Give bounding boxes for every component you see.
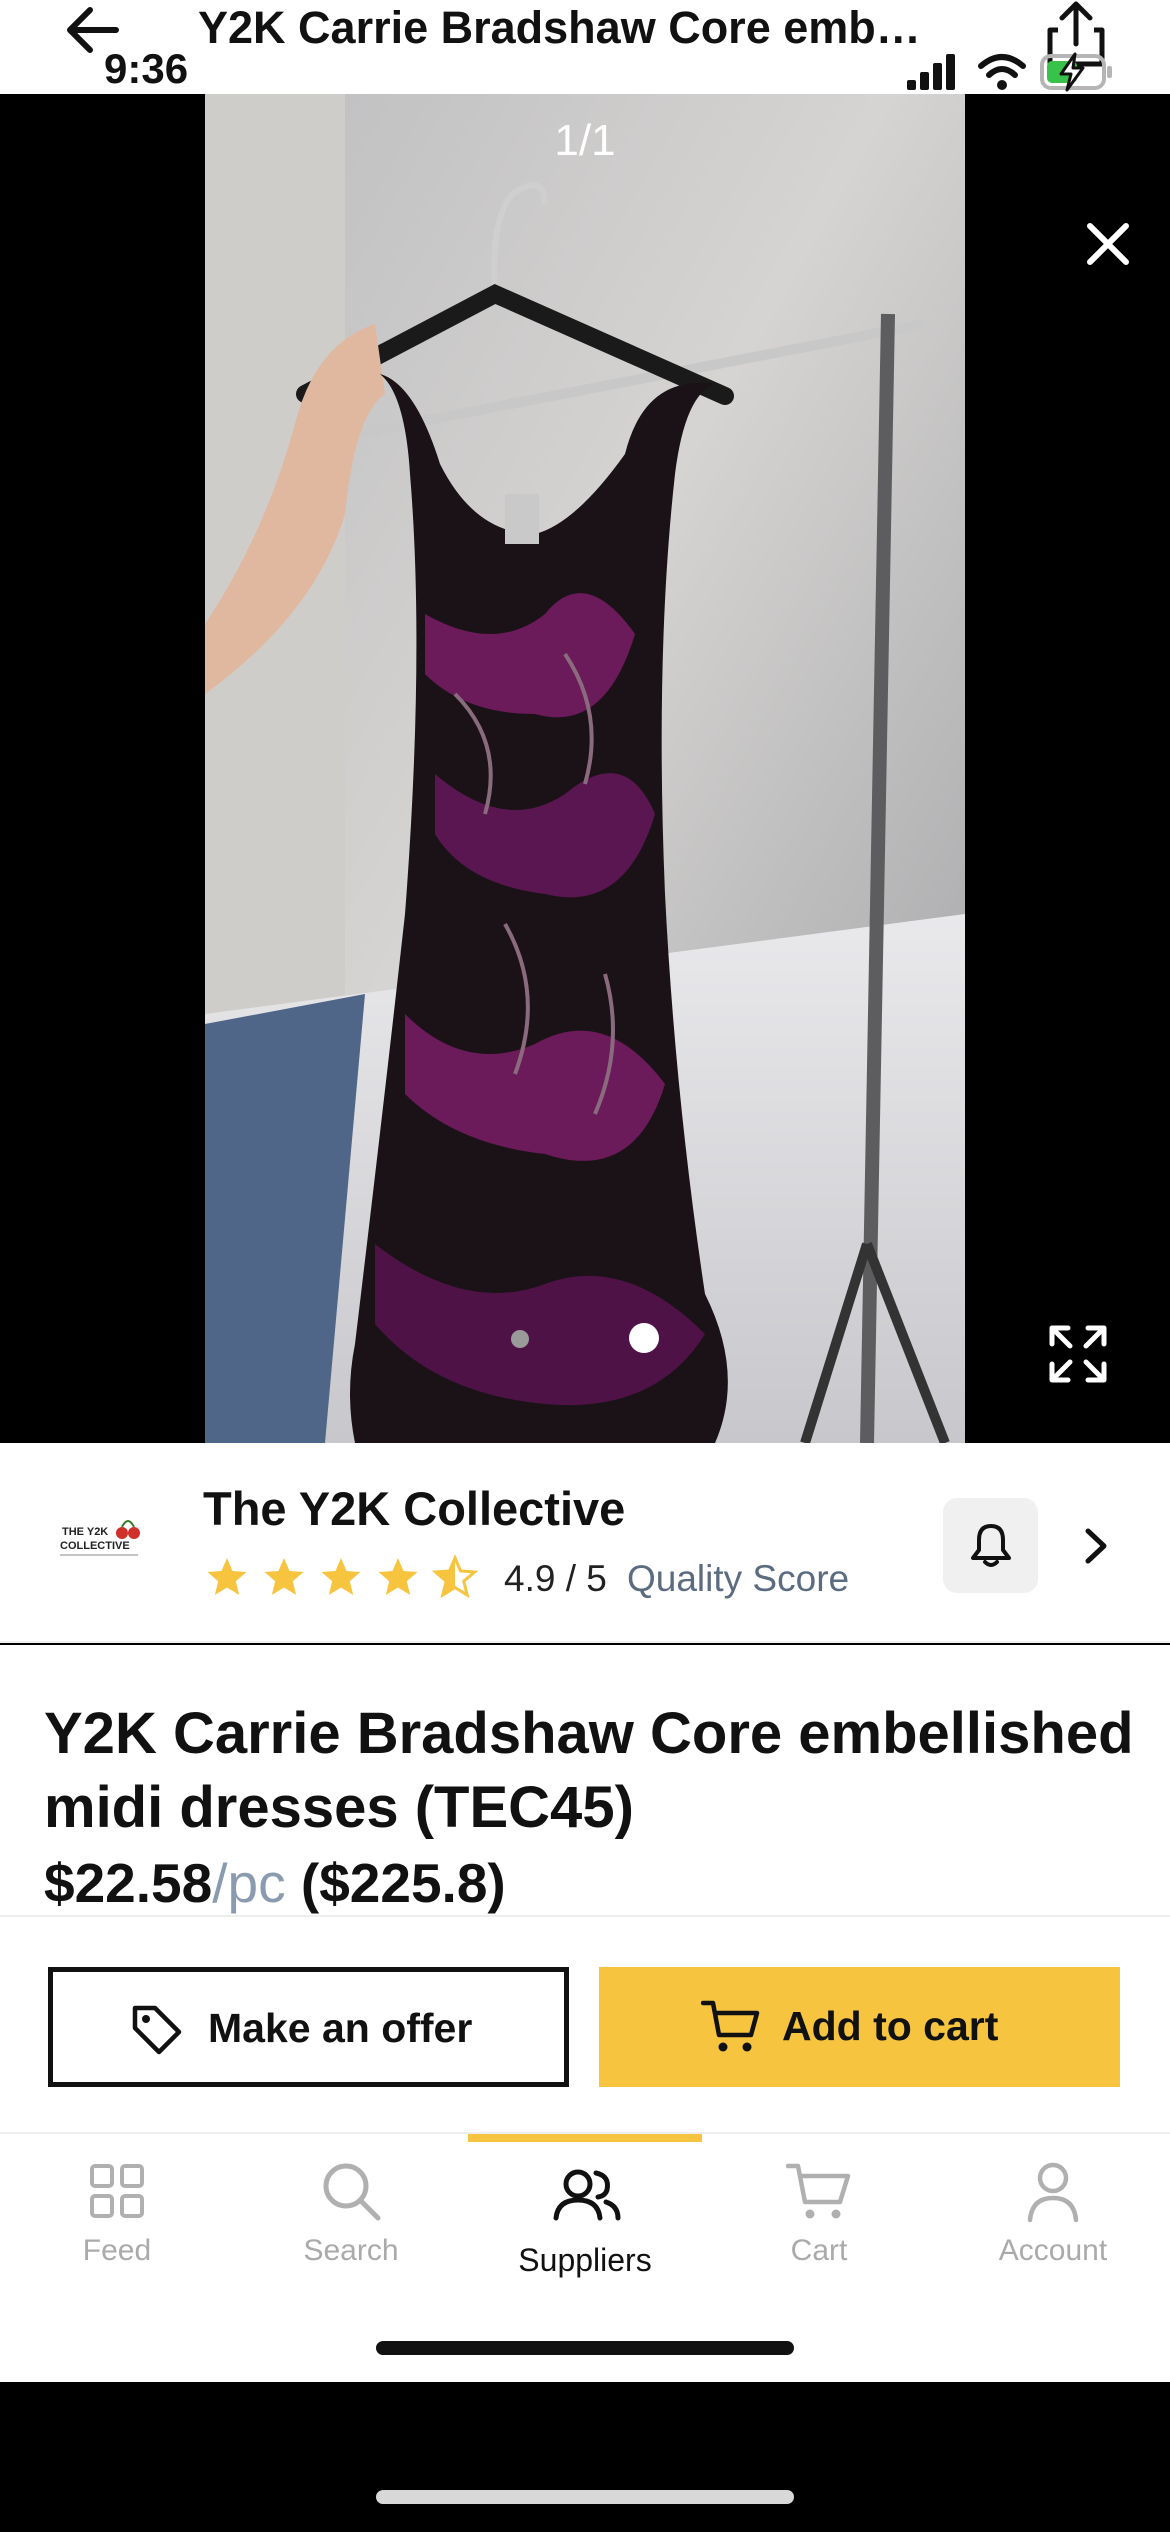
system-bottom-area bbox=[0, 2382, 1170, 2532]
wifi-icon bbox=[978, 54, 1026, 90]
add-to-cart-button[interactable]: Add to cart bbox=[599, 1967, 1120, 2087]
close-viewer-button[interactable] bbox=[1078, 214, 1138, 274]
star-icon bbox=[207, 1558, 247, 1595]
total-price: ($225.8) bbox=[300, 1852, 506, 1914]
seller-logo: THE Y2K COLLECTIVE bbox=[60, 1520, 140, 1556]
seller-name: The Y2K Collective bbox=[203, 1482, 626, 1535]
status-icons bbox=[905, 52, 1115, 92]
tab-suppliers[interactable]: Suppliers bbox=[468, 2134, 702, 2294]
product-title: Y2K Carrie Bradshaw Core embellished mid… bbox=[44, 1701, 1134, 1840]
cellular-signal-icon bbox=[907, 54, 955, 90]
image-counter: 1/1 bbox=[554, 116, 616, 165]
page-title: Y2K Carrie Bradshaw Core emb… bbox=[198, 2, 921, 53]
seller-row[interactable]: THE Y2K COLLECTIVE The Y2K Collective 4.… bbox=[0, 1443, 1170, 1643]
tab-feed-label: Feed bbox=[82, 2234, 152, 2267]
product-info: Y2K Carrie Bradshaw Core embellished mid… bbox=[0, 1645, 1170, 1915]
grid-icon bbox=[90, 2164, 144, 2218]
star-icon bbox=[378, 1558, 418, 1595]
tab-search[interactable]: Search bbox=[234, 2134, 468, 2294]
price-unit: /pc bbox=[212, 1852, 286, 1914]
make-offer-button[interactable]: Make an offer bbox=[48, 1967, 569, 2087]
top-bar: Y2K Carrie Bradshaw Core emb… 9:36 bbox=[0, 0, 1170, 94]
svg-text:COLLECTIVE: COLLECTIVE bbox=[60, 1540, 130, 1552]
star-icon bbox=[321, 1558, 361, 1595]
cart-icon bbox=[786, 2163, 851, 2219]
tab-feed[interactable]: Feed bbox=[0, 2134, 234, 2294]
page-dot[interactable] bbox=[511, 1330, 529, 1348]
seller-details-button[interactable] bbox=[1076, 1523, 1116, 1569]
action-bar: Make an offer Add to cart bbox=[0, 1915, 1170, 2132]
half-star-icon bbox=[434, 1556, 476, 1597]
bell-icon bbox=[971, 1524, 1011, 1567]
search-icon bbox=[323, 2163, 381, 2221]
rating-value: 4.9 / 5 bbox=[504, 1558, 607, 1599]
add-to-cart-label: Add to cart bbox=[782, 2003, 999, 2049]
make-offer-label: Make an offer bbox=[208, 2005, 473, 2051]
chevron-right-icon bbox=[1085, 1528, 1107, 1564]
status-clock: 9:36 bbox=[104, 45, 189, 92]
tab-suppliers-label: Suppliers bbox=[518, 2242, 652, 2278]
close-icon bbox=[1087, 223, 1129, 265]
quality-score-label: Quality Score bbox=[627, 1558, 850, 1599]
photo-viewer[interactable]: 1/1 bbox=[0, 94, 1170, 1443]
tab-cart[interactable]: Cart bbox=[702, 2134, 936, 2294]
star-icon bbox=[264, 1558, 304, 1595]
page-dots bbox=[505, 1318, 675, 1358]
battery-charging-icon bbox=[1040, 52, 1112, 92]
product-photo bbox=[205, 94, 965, 1443]
tag-icon bbox=[132, 2005, 182, 2055]
system-home-indicator bbox=[376, 2490, 794, 2504]
tab-account[interactable]: Account bbox=[936, 2134, 1170, 2294]
follow-notify-button[interactable] bbox=[943, 1498, 1038, 1593]
home-indicator bbox=[376, 2341, 794, 2355]
users-icon bbox=[553, 2169, 621, 2221]
expand-icon bbox=[1049, 1325, 1107, 1383]
tab-account-label: Account bbox=[998, 2234, 1108, 2267]
user-icon bbox=[1027, 2162, 1079, 2223]
rating-stars bbox=[207, 1556, 476, 1597]
cart-icon bbox=[701, 2000, 760, 2052]
tab-search-label: Search bbox=[303, 2234, 399, 2267]
unit-price: $22.58 bbox=[44, 1852, 213, 1914]
price-line: $22.58/pc ($225.8) bbox=[44, 1851, 506, 1915]
svg-text:THE Y2K: THE Y2K bbox=[62, 1526, 108, 1538]
page-dot-active[interactable] bbox=[629, 1323, 659, 1353]
fullscreen-button[interactable] bbox=[1046, 1322, 1110, 1386]
tab-cart-label: Cart bbox=[790, 2234, 848, 2267]
